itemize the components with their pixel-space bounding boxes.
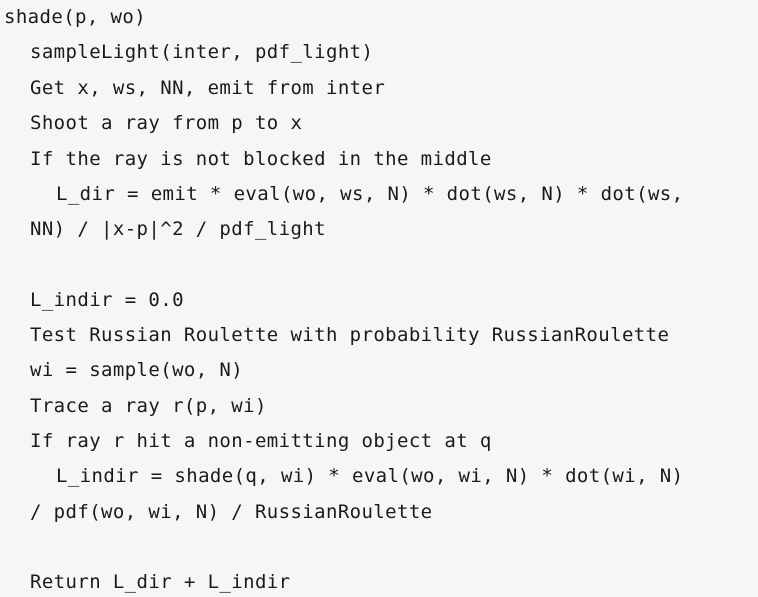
code-line-l-indir-init: L_indir = 0.0: [30, 289, 184, 311]
code-line-function-signature: shade(p, wo): [4, 6, 147, 28]
code-line-l-dir-continued: NN) / |x-p|^2 / pdf_light: [30, 218, 326, 240]
code-line-l-indir-continued: / pdf(wo, wi, N) / RussianRoulette: [30, 501, 433, 523]
code-line-sample-light: sampleLight(inter, pdf_light): [30, 41, 374, 63]
code-line-trace-ray: Trace a ray r(p, wi): [30, 395, 267, 417]
code-line-shoot-ray: Shoot a ray from p to x: [30, 112, 303, 134]
code-line-if-hit-object: If ray r hit a non-emitting object at q: [30, 430, 492, 452]
code-line-sample-wi: wi = sample(wo, N): [30, 359, 244, 381]
code-line-l-dir: L_dir = emit * eval(wo, ws, N) * dot(ws,…: [56, 183, 684, 205]
code-line-return: Return L_dir + L_indir: [30, 571, 291, 593]
code-line-l-indir: L_indir = shade(q, wi) * eval(wo, wi, N)…: [56, 465, 684, 487]
pseudocode-block: shade(p, wo) sampleLight(inter, pdf_ligh…: [0, 0, 758, 597]
code-line-russian-roulette: Test Russian Roulette with probability R…: [30, 324, 670, 346]
code-line-get-values: Get x, ws, NN, emit from inter: [30, 77, 386, 99]
code-line-if-not-blocked: If the ray is not blocked in the middle: [30, 148, 492, 170]
